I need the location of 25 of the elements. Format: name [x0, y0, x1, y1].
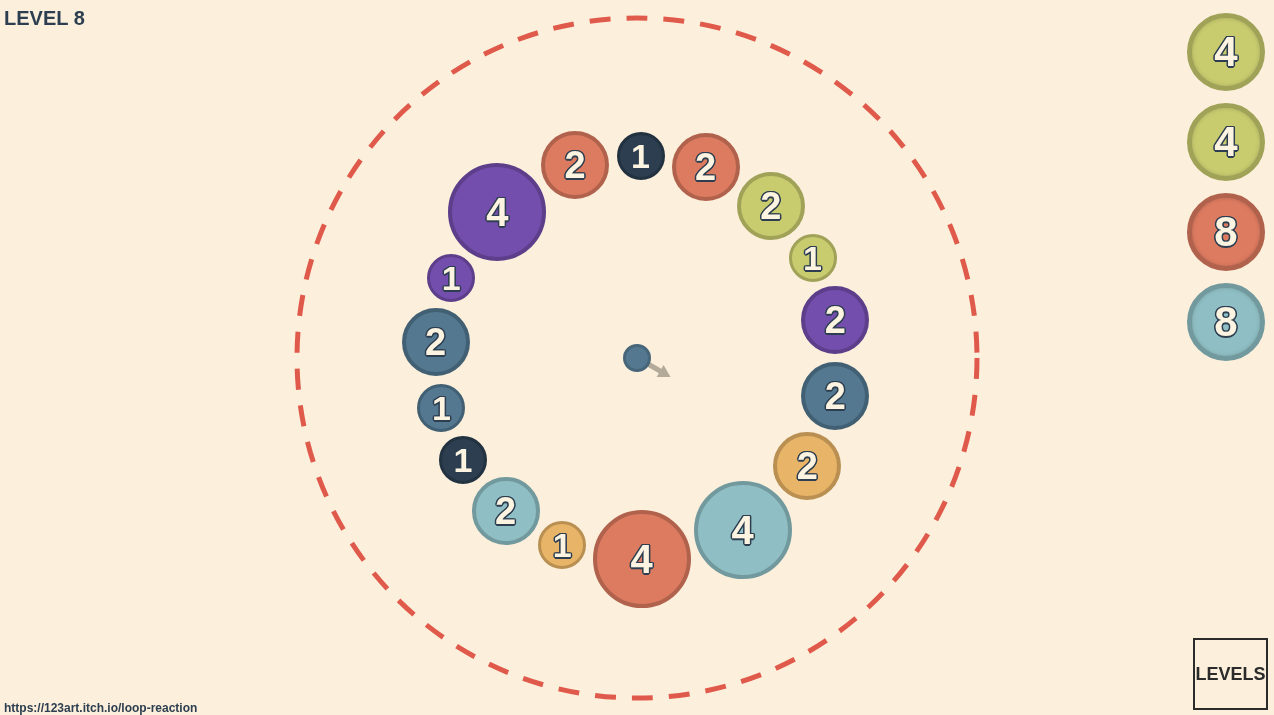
number-ball: 2 [801, 285, 870, 354]
queued-ball: 4 [1187, 103, 1265, 181]
number-ball: 1 [788, 233, 837, 282]
number-ball: 1 [427, 254, 476, 303]
number-ball: 1 [417, 384, 466, 433]
queued-ball: 8 [1187, 193, 1265, 271]
arrow-icon [648, 360, 672, 379]
queued-ball: 8 [1187, 283, 1265, 361]
levels-button[interactable]: LEVELS [1193, 638, 1268, 710]
url-text: https://123art.itch.io/loop-reaction [4, 701, 198, 715]
number-ball: 4 [693, 480, 792, 579]
number-ball: 2 [401, 308, 470, 377]
number-ball: 4 [448, 162, 547, 261]
number-ball: 2 [541, 131, 610, 200]
number-ball: 2 [801, 361, 870, 430]
queued-ball: 4 [1187, 13, 1265, 91]
number-ball: 1 [616, 131, 665, 180]
number-ball: 4 [592, 510, 691, 609]
number-ball: 2 [671, 133, 740, 202]
number-ball: 2 [773, 432, 842, 501]
number-ball: 2 [471, 476, 540, 545]
number-ball: 1 [538, 521, 587, 570]
level-title: LEVEL 8 [4, 6, 85, 30]
number-ball: 2 [736, 172, 805, 241]
number-ball: 1 [439, 436, 488, 485]
